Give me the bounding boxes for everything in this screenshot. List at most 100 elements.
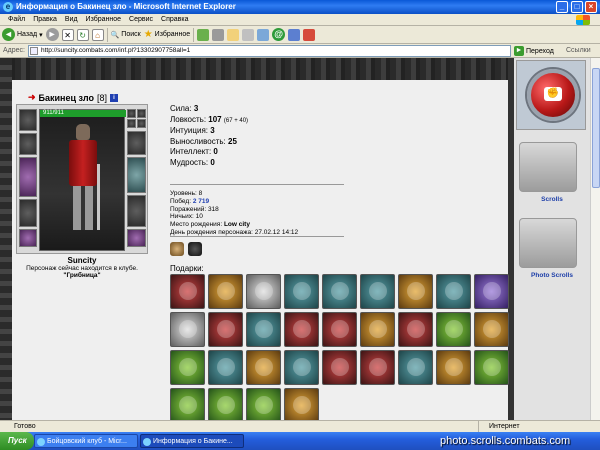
combats-emblem[interactable]: ✊ [516, 60, 586, 130]
shield-slot[interactable] [127, 157, 146, 193]
browser-window: e Информация о Бакинец зло - Microsoft I… [0, 0, 600, 450]
gift-item[interactable] [246, 274, 281, 309]
stop-button[interactable]: ✕ [61, 28, 74, 41]
scroll-effect-icon[interactable] [170, 242, 184, 256]
scrollbar-thumb[interactable] [592, 68, 600, 188]
extra-button[interactable] [303, 28, 316, 41]
home-button[interactable]: ⌂ [91, 28, 104, 41]
start-button[interactable]: Пуск [0, 432, 34, 450]
photo-scrolls-link[interactable]: Photo Scrolls [514, 272, 590, 279]
trauma-effect-icon[interactable] [188, 242, 202, 256]
print-button[interactable] [242, 28, 255, 41]
gift-item[interactable] [284, 350, 319, 385]
gift-item[interactable] [360, 274, 395, 309]
gift-item[interactable] [246, 388, 281, 420]
menu-help[interactable]: Справка [157, 14, 192, 25]
scrolls-link[interactable]: Scrolls [514, 196, 590, 203]
close-button[interactable]: × [585, 1, 597, 13]
gift-item[interactable] [208, 388, 243, 420]
research-button[interactable] [288, 28, 301, 41]
edit-button[interactable] [257, 28, 270, 41]
refresh-button[interactable]: ↻ [76, 28, 89, 41]
gift-item[interactable] [398, 350, 433, 385]
gift-item[interactable] [208, 274, 243, 309]
helmet-slot[interactable] [19, 109, 37, 131]
gift-item[interactable] [322, 274, 357, 309]
gift-item[interactable] [170, 350, 205, 385]
gift-item[interactable] [284, 274, 319, 309]
divider [170, 184, 344, 185]
gift-item[interactable] [170, 274, 205, 309]
scrolls-icon[interactable] [519, 142, 577, 192]
go-button[interactable]: ► Переход [514, 46, 554, 56]
menu-favorites[interactable]: Избранное [82, 14, 125, 25]
divider [170, 236, 344, 237]
history-button[interactable] [212, 28, 225, 41]
watermark: photo.scrolls.combats.com [440, 435, 571, 447]
back-button[interactable]: ◄ Назад ▾ [2, 28, 43, 41]
gift-item[interactable] [398, 312, 433, 347]
belt-slot[interactable] [19, 229, 37, 247]
mail-button[interactable] [227, 28, 240, 41]
ring-slot-2[interactable] [137, 109, 146, 118]
arrow-icon: ➜ [28, 92, 36, 102]
gift-item[interactable] [398, 274, 433, 309]
gift-item[interactable] [170, 388, 205, 420]
gift-item[interactable] [436, 274, 471, 309]
photo-scrolls-icon[interactable] [519, 218, 577, 268]
gift-item[interactable] [360, 350, 395, 385]
gift-item[interactable] [246, 312, 281, 347]
links-button[interactable]: Ссылки [566, 47, 591, 54]
gift-item[interactable] [246, 350, 281, 385]
gift-item[interactable] [208, 312, 243, 347]
menu-edit[interactable]: Правка [29, 14, 61, 25]
info-icon[interactable]: i [110, 93, 118, 102]
gloves-slot[interactable] [127, 131, 146, 155]
gift-item[interactable] [474, 312, 509, 347]
star-icon: ★ [143, 29, 153, 40]
forward-button[interactable]: ► [45, 28, 59, 41]
stat-wisdom: Мудрость: 0 [170, 157, 215, 167]
gift-item[interactable] [474, 350, 509, 385]
boots-slot[interactable] [127, 229, 146, 247]
gifts-grid [170, 274, 515, 420]
gift-item[interactable] [208, 350, 243, 385]
armor-slot[interactable] [19, 199, 37, 227]
address-bar: Адрес: http://suncity.combats.com/inf.pl… [0, 44, 600, 58]
task-button-combats[interactable]: Бойцовский клуб - Micr... [34, 434, 138, 448]
leggings-slot[interactable] [127, 195, 146, 227]
gift-item[interactable] [322, 350, 357, 385]
messenger-button[interactable]: @ [272, 28, 286, 41]
ring-slot-1[interactable] [127, 109, 136, 118]
bracer-slot[interactable] [19, 133, 37, 155]
menu-tools[interactable]: Сервис [125, 14, 157, 25]
character-info: Уровень: 8 Побед: 2 719 Поражений: 318 Н… [170, 190, 298, 237]
gift-item[interactable] [284, 312, 319, 347]
effect-icons [170, 242, 202, 256]
menu-view[interactable]: Вид [61, 14, 82, 25]
menu-file[interactable]: Файл [4, 14, 29, 25]
gift-item[interactable] [322, 312, 357, 347]
stat-intuition: Интуиция: 3 [170, 126, 215, 135]
vertical-scrollbar[interactable] [590, 58, 600, 420]
address-input[interactable]: http://suncity.combats.com/inf.pl?133029… [28, 45, 511, 57]
chevron-down-icon: ▾ [39, 31, 43, 39]
go-label: Переход [526, 47, 554, 55]
ring-slot-4[interactable] [137, 119, 146, 128]
media-button[interactable] [197, 28, 210, 41]
ring-slot-3[interactable] [127, 119, 136, 128]
favorites-button[interactable]: ★ Избранное [144, 29, 190, 40]
gift-item[interactable] [436, 312, 471, 347]
minimize-button[interactable]: _ [556, 1, 568, 13]
character-panel: ➜ Бакинец зло [8] i 911/911 Suncity Перс… [14, 80, 509, 420]
gift-item[interactable] [360, 312, 395, 347]
maximize-button[interactable]: □ [571, 1, 583, 13]
gift-item[interactable] [170, 312, 205, 347]
gift-item[interactable] [474, 274, 509, 309]
task-button-info[interactable]: Информация о Бакине... [140, 434, 244, 448]
gift-item[interactable] [436, 350, 471, 385]
stat-endurance: Выносливость: 25 [170, 136, 237, 146]
gift-item[interactable] [284, 388, 319, 420]
search-button[interactable]: 🔍 Поиск [111, 31, 141, 39]
weapon-slot[interactable] [19, 157, 37, 197]
